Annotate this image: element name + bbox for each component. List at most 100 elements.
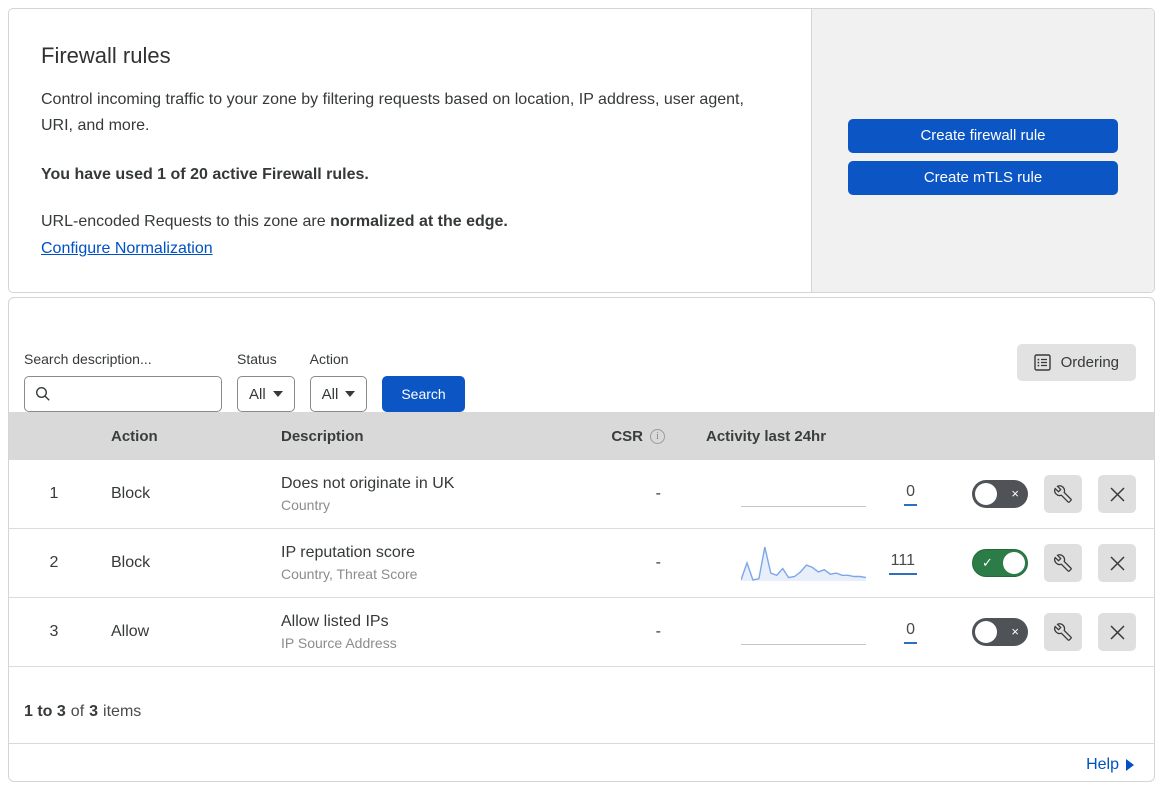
rule-csr: - — [655, 485, 661, 502]
rule-enabled-toggle[interactable]: × — [972, 480, 1028, 508]
action-label: Action — [309, 351, 349, 367]
rule-activity-cell: 0 — [679, 598, 929, 666]
arrow-right-icon — [1126, 758, 1134, 771]
chevron-down-icon — [345, 391, 356, 397]
status-dropdown[interactable]: All — [237, 376, 295, 412]
normalization-note: URL-encoded Requests to this zone are no… — [41, 213, 771, 231]
rule-controls: × — [929, 475, 1154, 513]
action-value: All — [321, 385, 339, 403]
ordering-button-label: Ordering — [1060, 354, 1119, 371]
rule-description-cell: IP reputation score Country, Threat Scor… — [269, 544, 589, 582]
filter-controls: Search description... Status All Action — [24, 319, 465, 412]
help-bar: Help — [9, 743, 1154, 781]
column-csr: CSR i — [589, 428, 679, 445]
rule-activity-cell: 0 — [679, 460, 929, 528]
toggle-knob — [1003, 552, 1025, 574]
column-action: Action — [111, 427, 158, 445]
column-csr-label: CSR — [611, 427, 643, 445]
firewall-rules-list-card: Search description... Status All Action — [8, 297, 1155, 782]
search-button[interactable]: Search — [382, 376, 465, 412]
toggle-state-icon: ✓ — [982, 555, 993, 570]
ordering-list-icon — [1033, 354, 1051, 371]
toggle-state-icon: × — [1011, 624, 1019, 639]
edit-rule-button[interactable] — [1044, 613, 1082, 651]
status-field: Status All — [237, 351, 295, 412]
rule-csr: - — [655, 554, 661, 571]
close-icon — [1109, 624, 1125, 640]
normalization-bold: normalized at the edge. — [330, 212, 508, 230]
delete-rule-button[interactable] — [1098, 475, 1136, 513]
rule-action: Block — [111, 554, 151, 571]
page-description: Control incoming traffic to your zone by… — [41, 91, 744, 134]
wrench-icon — [1054, 623, 1072, 641]
rule-activity-cell: 111 — [679, 529, 929, 597]
search-input[interactable] — [59, 385, 211, 403]
table-header: Action Description CSR i Activity last 2… — [9, 412, 1154, 460]
actions-panel: Create firewall rule Create mTLS rule — [811, 9, 1154, 292]
activity-count-link[interactable]: 0 — [904, 621, 917, 644]
search-label: Search description... — [24, 351, 152, 367]
rule-action: Block — [111, 485, 151, 502]
rule-fields: Country, Threat Score — [281, 566, 418, 582]
close-icon — [1109, 555, 1125, 571]
wrench-icon — [1054, 554, 1072, 572]
rule-controls: ✓ — [929, 544, 1154, 582]
close-icon — [1109, 486, 1125, 502]
rule-fields: IP Source Address — [281, 635, 397, 651]
activity-sparkline — [740, 543, 867, 583]
activity-count-link[interactable]: 0 — [904, 483, 917, 506]
toggle-knob — [975, 621, 997, 643]
rule-priority: 3 — [49, 623, 59, 640]
activity-count-link[interactable]: 111 — [888, 552, 917, 575]
search-icon — [35, 386, 50, 401]
rule-description-cell: Does not originate in UK Country — [269, 475, 589, 513]
wrench-icon — [1054, 485, 1072, 503]
create-firewall-rule-button[interactable]: Create firewall rule — [848, 118, 1118, 153]
items-range: 1 to 3 — [24, 703, 66, 720]
rule-priority: 1 — [49, 485, 59, 502]
action-dropdown[interactable]: All — [309, 376, 368, 412]
search-field: Search description... — [24, 351, 222, 412]
items-label: items — [103, 703, 142, 720]
chevron-down-icon — [272, 391, 283, 397]
ordering-button[interactable]: Ordering — [1016, 344, 1136, 381]
status-value: All — [249, 385, 266, 403]
firewall-rules-summary-card: Firewall rules Control incoming traffic … — [8, 8, 1155, 293]
delete-rule-button[interactable] — [1098, 544, 1136, 582]
column-activity: Activity last 24hr — [706, 427, 827, 445]
rule-enabled-toggle[interactable]: × — [972, 618, 1028, 646]
delete-rule-button[interactable] — [1098, 613, 1136, 651]
items-of-label: of — [70, 703, 85, 720]
pagination-summary: 1 to 3 of 3 items — [9, 667, 1154, 743]
rule-description: Allow listed IPs — [281, 613, 389, 630]
edit-rule-button[interactable] — [1044, 475, 1082, 513]
table-row: 2 Block IP reputation score Country, Thr… — [9, 529, 1154, 598]
info-icon[interactable]: i — [650, 428, 665, 444]
column-description: Description — [281, 427, 364, 445]
rule-enabled-toggle[interactable]: ✓ — [972, 549, 1028, 577]
page-title: Firewall rules — [41, 43, 171, 68]
rule-controls: × — [929, 613, 1154, 651]
filter-bar: Search description... Status All Action — [9, 298, 1154, 412]
table-row: 3 Allow Allow listed IPs IP Source Addre… — [9, 598, 1154, 667]
activity-sparkline-flat — [741, 612, 866, 652]
help-label: Help — [1086, 755, 1119, 773]
action-field: Action All — [309, 351, 368, 412]
activity-sparkline-flat — [741, 474, 866, 514]
rule-fields: Country — [281, 497, 331, 513]
status-label: Status — [237, 351, 277, 367]
toggle-state-icon: × — [1011, 486, 1019, 501]
table-row: 1 Block Does not originate in UK Country… — [9, 460, 1154, 529]
rule-description-cell: Allow listed IPs IP Source Address — [269, 613, 589, 651]
usage-note: You have used 1 of 20 active Firewall ru… — [41, 165, 369, 183]
rule-priority: 2 — [49, 554, 59, 571]
help-link[interactable]: Help — [1086, 756, 1134, 774]
edit-rule-button[interactable] — [1044, 544, 1082, 582]
configure-normalization-link[interactable]: Configure Normalization — [41, 240, 213, 257]
search-input-box[interactable] — [24, 376, 222, 412]
rule-csr: - — [655, 623, 661, 640]
items-total: 3 — [89, 703, 99, 720]
rule-action: Allow — [111, 623, 150, 640]
rule-description: Does not originate in UK — [281, 475, 455, 492]
create-mtls-rule-button[interactable]: Create mTLS rule — [848, 160, 1118, 195]
